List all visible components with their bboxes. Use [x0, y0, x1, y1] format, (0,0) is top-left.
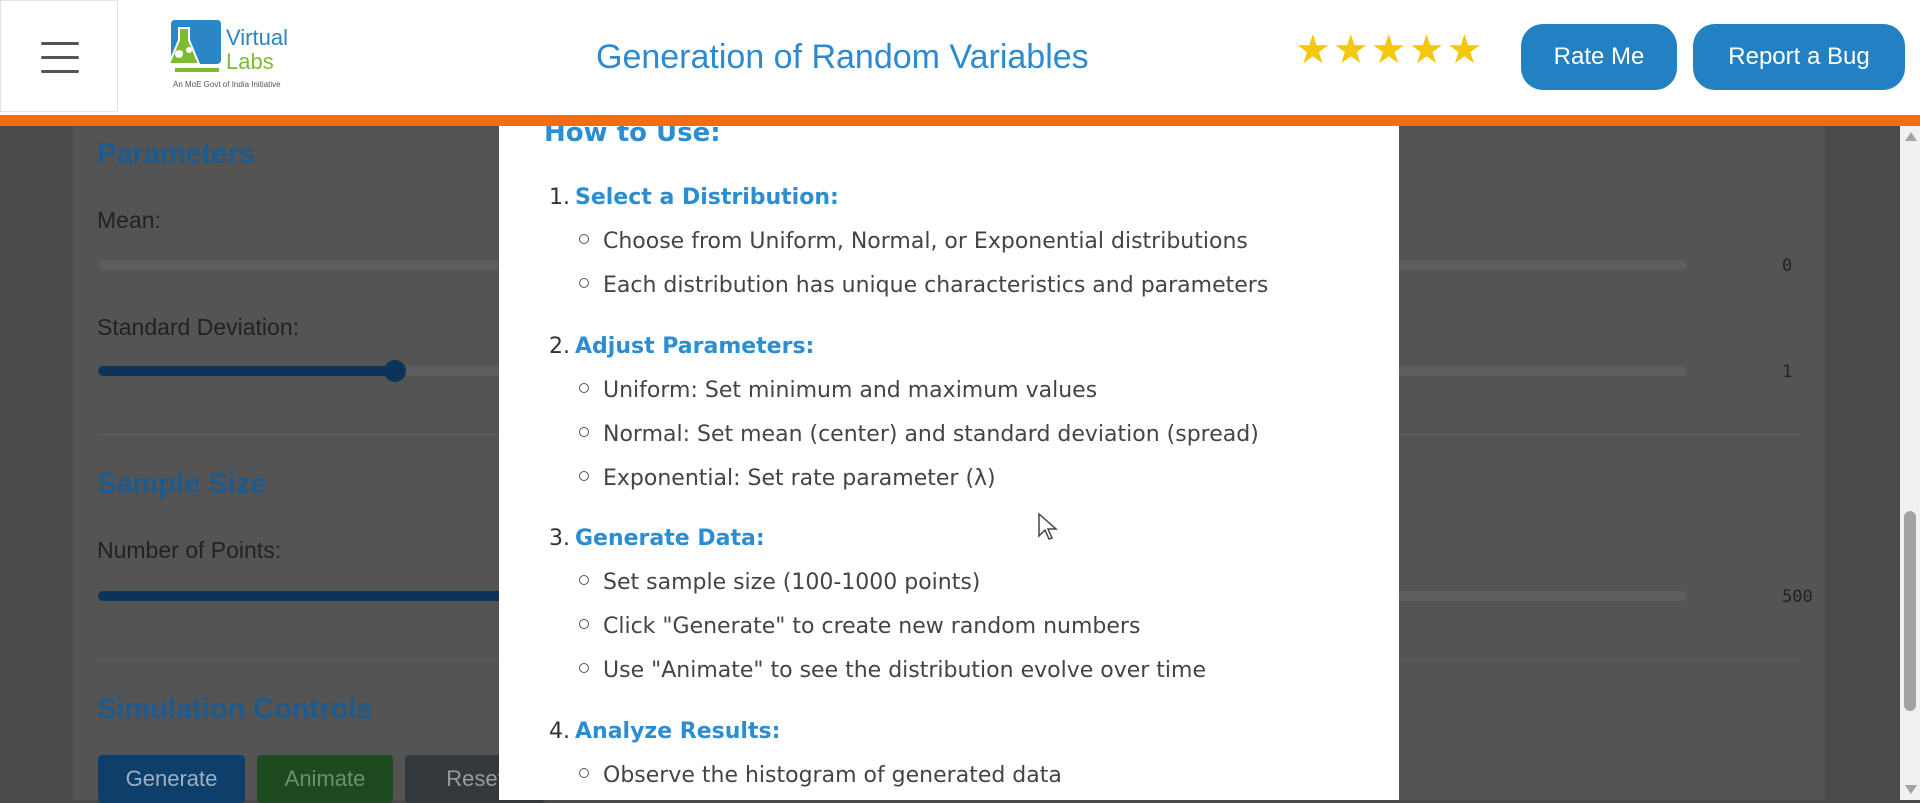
generate-button[interactable]: Generate: [98, 755, 245, 803]
parameters-title: Parameters: [97, 138, 255, 170]
star-icon[interactable]: ★: [1333, 30, 1369, 70]
star-icon[interactable]: ★: [1371, 30, 1407, 70]
page-scrollbar[interactable]: [1900, 126, 1920, 800]
list-item: Click "Generate" to create new random nu…: [579, 614, 1140, 639]
animate-button[interactable]: Animate: [257, 755, 393, 803]
rating-stars[interactable]: ★ ★ ★ ★ ★: [1295, 30, 1482, 70]
list-item: Each distribution has unique characteris…: [579, 273, 1268, 298]
star-icon[interactable]: ★: [1295, 30, 1331, 70]
how-to-use-heading: How to Use:: [544, 126, 721, 148]
star-icon[interactable]: ★: [1409, 30, 1445, 70]
list-item: Normal: Set mean (center) and standard d…: [579, 422, 1259, 447]
star-icon[interactable]: ★: [1446, 30, 1482, 70]
sample-size-title: Sample Size: [97, 468, 267, 500]
step-4: 4. Analyze Results:: [549, 719, 780, 744]
step-number: 2.: [549, 334, 570, 359]
mean-value: 0: [1782, 256, 1793, 276]
step-title: Select a Distribution:: [575, 185, 839, 210]
scroll-down-arrow-icon[interactable]: [1905, 785, 1917, 794]
step-title: Analyze Results:: [575, 719, 781, 744]
logo-text: Virtual Labs: [226, 25, 288, 74]
menu-line-icon: [41, 56, 79, 59]
scroll-up-arrow-icon[interactable]: [1905, 132, 1917, 141]
step-number: 3.: [549, 526, 570, 551]
std-value: 1: [1782, 362, 1793, 382]
step-number: 1.: [549, 185, 570, 210]
list-item: Exponential: Set rate parameter (λ): [579, 466, 996, 491]
step-1: 1. Select a Distribution:: [549, 185, 839, 210]
list-item: Uniform: Set minimum and maximum values: [579, 378, 1097, 403]
points-slider-fill: [98, 591, 503, 601]
scrollbar-thumb[interactable]: [1904, 511, 1916, 711]
list-item: Observe the histogram of generated data: [579, 763, 1062, 788]
step-number: 4.: [549, 719, 570, 744]
points-value: 500: [1782, 587, 1813, 607]
logo-subtitle: An MoE Govt of India Initiative: [173, 80, 281, 89]
list-item: Use "Animate" to see the distribution ev…: [579, 658, 1206, 683]
mean-label: Mean:: [97, 207, 161, 233]
list-item: Set sample size (100-1000 points): [579, 570, 980, 595]
menu-line-icon: [41, 70, 79, 73]
list-item: Choose from Uniform, Normal, or Exponent…: [579, 229, 1248, 254]
how-to-use-modal: How to Use: 1. Select a Distribution: Cho…: [499, 126, 1399, 800]
report-bug-button[interactable]: Report a Bug: [1693, 24, 1905, 90]
std-slider-fill: [98, 366, 395, 376]
menu-line-icon: [41, 42, 79, 45]
virtual-labs-logo[interactable]: Virtual Labs An MoE Govt of India Initiat…: [165, 18, 300, 96]
mouse-cursor-icon: [1038, 512, 1058, 540]
std-label: Standard Deviation:: [97, 314, 300, 340]
hamburger-menu-button[interactable]: [0, 0, 118, 112]
flask-logo-icon: [167, 20, 221, 72]
rate-me-button[interactable]: Rate Me: [1521, 24, 1677, 90]
step-3: 3. Generate Data:: [549, 526, 765, 551]
simulation-controls-title: Simulation Controls: [97, 693, 373, 725]
step-title: Generate Data:: [575, 526, 765, 551]
points-label: Number of Points:: [97, 537, 282, 563]
step-2: 2. Adjust Parameters:: [549, 334, 814, 359]
step-title: Adjust Parameters:: [575, 334, 815, 359]
page-title: Generation of Random Variables: [596, 38, 1089, 76]
top-header: Virtual Labs An MoE Govt of India Initiat…: [0, 0, 1920, 126]
std-slider-thumb[interactable]: [384, 360, 406, 382]
